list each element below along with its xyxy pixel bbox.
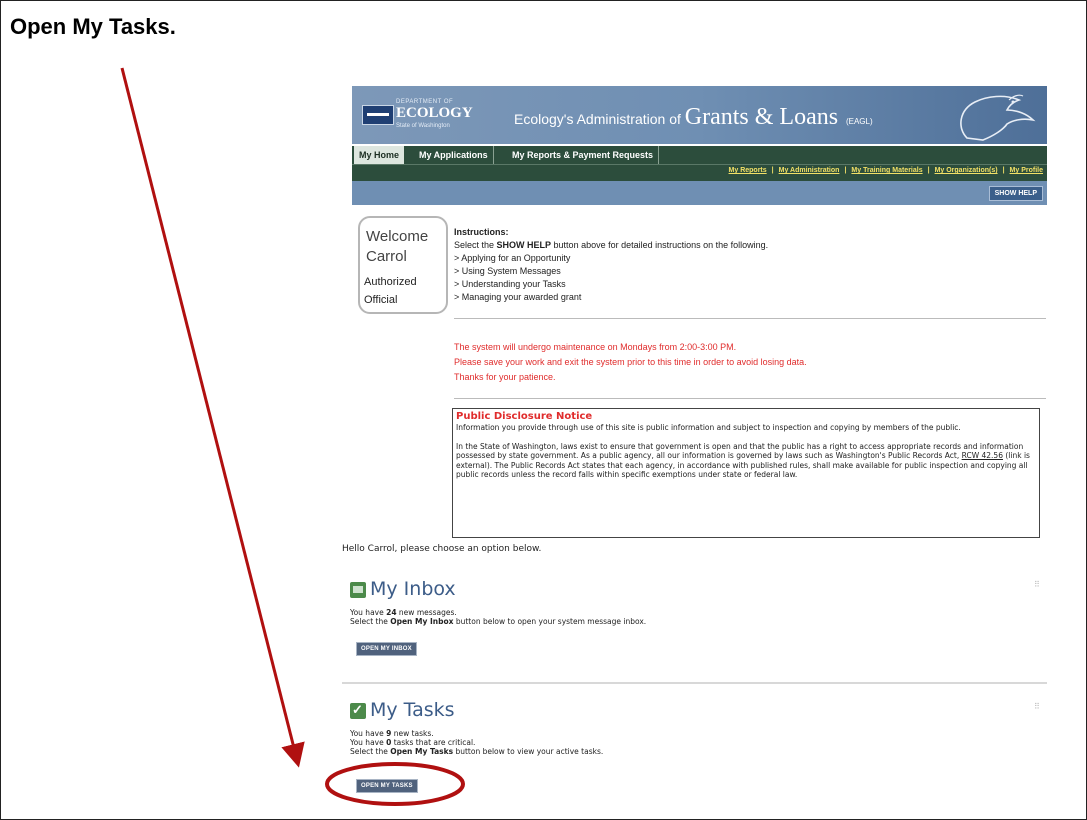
annotation-highlight-circle: [325, 762, 465, 806]
annotation-overlay: [120, 67, 465, 806]
annotation-arrow: [120, 67, 305, 768]
